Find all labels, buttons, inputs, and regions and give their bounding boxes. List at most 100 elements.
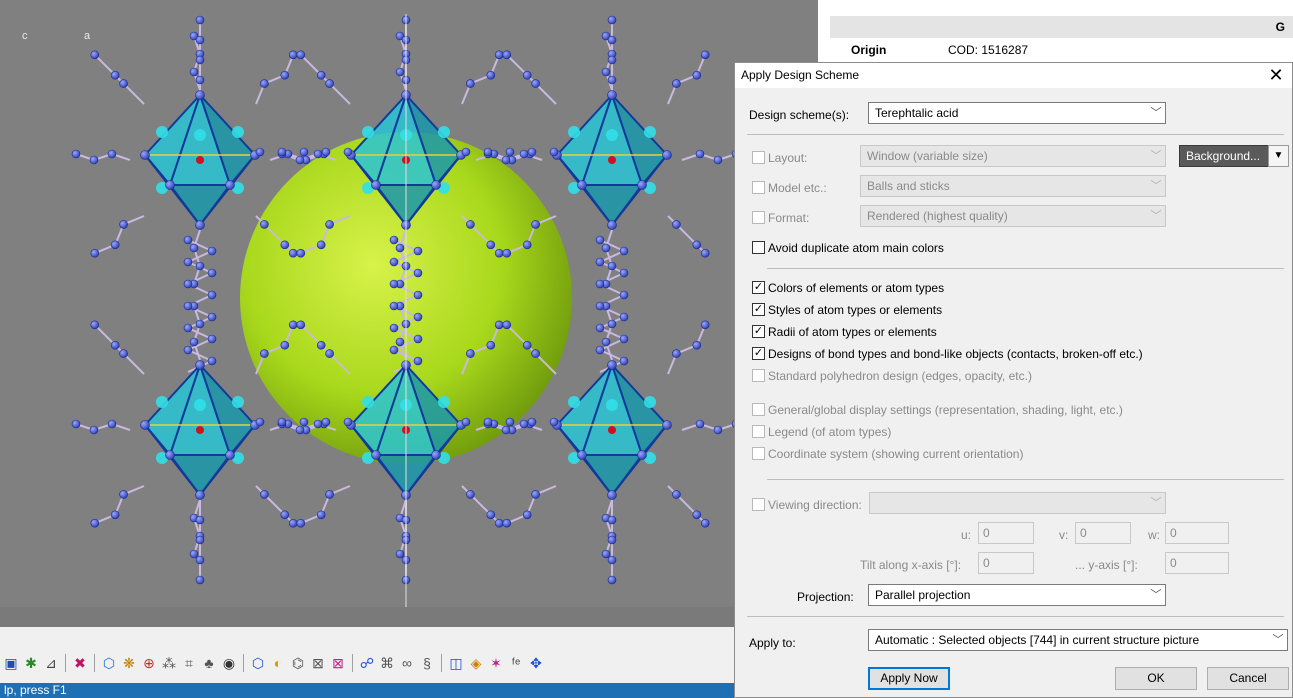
- unit-cell-icon[interactable]: ◫: [447, 654, 465, 672]
- atom: [183, 235, 193, 245]
- atom: [225, 450, 235, 460]
- atom: [195, 515, 205, 525]
- atom: [89, 425, 99, 435]
- structure-viewer[interactable]: c a: [0, 0, 818, 607]
- center-tool-icon[interactable]: ◉: [220, 654, 238, 672]
- atom: [522, 510, 532, 520]
- atom: [595, 323, 605, 333]
- atom: [389, 257, 399, 267]
- chain-outline-icon[interactable]: §: [418, 654, 436, 672]
- option-checkbox[interactable]: ✓: [752, 281, 765, 294]
- inner-atom: [606, 399, 618, 411]
- apply-to-select[interactable]: Automatic : Selected objects [744] in cu…: [868, 629, 1288, 651]
- option-checkbox[interactable]: [752, 447, 765, 460]
- model-checkbox[interactable]: [752, 181, 765, 194]
- atom: [695, 419, 705, 429]
- atom: [316, 510, 326, 520]
- move-tool-icon[interactable]: ✥: [527, 654, 545, 672]
- atom: [461, 147, 471, 157]
- axis-c-indicator: c: [22, 30, 28, 42]
- fragment-tool-icon[interactable]: ⁂: [160, 654, 178, 672]
- inner-atom: [362, 126, 374, 138]
- structure-tool-icon[interactable]: ⌬: [289, 654, 307, 672]
- hexagon-tool-icon[interactable]: ⬡: [249, 654, 267, 672]
- atom: [607, 15, 617, 25]
- toolbar-separator: [352, 654, 353, 672]
- graph-tool-icon[interactable]: ⊿: [42, 654, 60, 672]
- atom: [502, 50, 512, 60]
- atom: [288, 50, 298, 60]
- atom: [207, 334, 217, 344]
- layout-select[interactable]: Window (variable size) ﹀: [860, 145, 1166, 167]
- format-checkbox[interactable]: [752, 211, 765, 224]
- network-tool-icon[interactable]: ⌘: [378, 654, 396, 672]
- viewing-direction-checkbox[interactable]: [752, 498, 765, 511]
- wand-tool-icon[interactable]: ✱: [22, 654, 40, 672]
- moon-tool-icon[interactable]: ◐: [269, 654, 287, 672]
- chevron-down-icon: ﹀: [1150, 497, 1162, 509]
- option-checkbox[interactable]: ✓: [752, 347, 765, 360]
- cluster-tool-icon[interactable]: ✶: [487, 654, 505, 672]
- projection-select[interactable]: Parallel projection ﹀: [868, 584, 1166, 606]
- format-label: Format:: [768, 211, 810, 225]
- atom: [296, 248, 306, 258]
- atom: [195, 360, 205, 370]
- atom: [119, 349, 128, 358]
- ok-button[interactable]: OK: [1115, 667, 1197, 690]
- structure-canvas[interactable]: [0, 0, 818, 607]
- option-checkbox[interactable]: [752, 425, 765, 438]
- atom: [183, 279, 193, 289]
- ring-tool-icon[interactable]: ❋: [120, 654, 138, 672]
- viewing-direction-select[interactable]: ﹀: [869, 492, 1166, 514]
- cross-grid-icon[interactable]: ⊠: [309, 654, 327, 672]
- dialog-titlebar[interactable]: Apply Design Scheme ✕: [735, 63, 1292, 88]
- atom: [389, 279, 399, 289]
- central-atom: [608, 426, 616, 434]
- atom: [195, 555, 205, 565]
- tilt-x-field[interactable]: 0: [978, 552, 1034, 574]
- atom: [288, 518, 298, 528]
- polyhedron-tool-icon[interactable]: ⬡: [100, 654, 118, 672]
- tilt-y-field[interactable]: 0: [1165, 552, 1229, 574]
- atom: [672, 349, 681, 358]
- tree-tool-icon[interactable]: ♣: [200, 654, 218, 672]
- bond-tool-icon[interactable]: ⊕: [140, 654, 158, 672]
- atom: [695, 149, 705, 159]
- element-fe-icon[interactable]: ᶠᵉ: [507, 654, 525, 672]
- format-select[interactable]: Rendered (highest quality) ﹀: [860, 205, 1166, 227]
- background-dropdown-icon[interactable]: ▼: [1268, 145, 1289, 167]
- u-field[interactable]: 0: [978, 522, 1034, 544]
- atom: [277, 417, 287, 427]
- polyhedron-face: [580, 184, 644, 227]
- chain-tool-icon[interactable]: ∞: [398, 654, 416, 672]
- central-atom: [196, 156, 204, 164]
- design-scheme-select[interactable]: Terephtalic acid ﹀: [868, 102, 1166, 124]
- origin-value: COD: 1516287: [948, 43, 1029, 57]
- atom: [619, 268, 629, 278]
- atom: [107, 149, 117, 159]
- v-field[interactable]: 0: [1075, 522, 1131, 544]
- option-checkbox[interactable]: [752, 403, 765, 416]
- avoid-duplicate-checkbox[interactable]: [752, 241, 765, 254]
- grid-tool-icon[interactable]: ⌗: [180, 654, 198, 672]
- option-checkbox[interactable]: [752, 369, 765, 382]
- select-tool-icon[interactable]: ▣: [2, 654, 20, 672]
- link-tool-icon[interactable]: ☍: [358, 654, 376, 672]
- apply-now-button[interactable]: Apply Now: [868, 667, 950, 690]
- diamond-tool-icon[interactable]: ◈: [467, 654, 485, 672]
- option-checkbox[interactable]: ✓: [752, 325, 765, 338]
- model-select[interactable]: Balls and sticks ﹀: [860, 175, 1166, 197]
- w-field[interactable]: 0: [1165, 522, 1229, 544]
- delete-atoms-icon[interactable]: ✖: [71, 654, 89, 672]
- w-label: w:: [1148, 528, 1160, 542]
- viewing-direction-label: Viewing direction:: [768, 498, 862, 512]
- layout-checkbox[interactable]: [752, 151, 765, 164]
- atom: [619, 246, 629, 256]
- close-icon[interactable]: ✕: [1266, 63, 1286, 87]
- option-checkbox[interactable]: ✓: [752, 303, 765, 316]
- atom: [260, 349, 269, 358]
- atom: [295, 155, 305, 165]
- cancel-button[interactable]: Cancel: [1207, 667, 1289, 690]
- cross-grid-red-icon[interactable]: ⊠: [329, 654, 347, 672]
- chevron-down-icon: ﹀: [1150, 589, 1162, 601]
